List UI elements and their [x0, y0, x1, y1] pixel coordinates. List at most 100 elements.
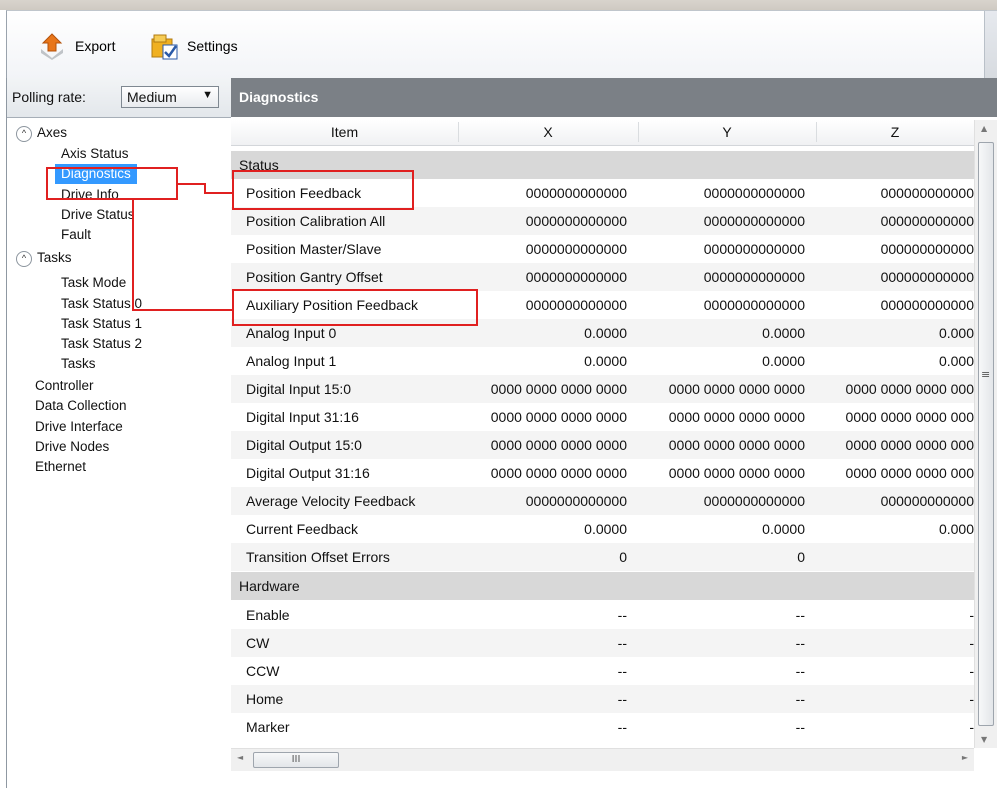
- panel-title: Diagnostics: [239, 89, 319, 105]
- row-item: Marker: [246, 719, 290, 735]
- group-label: Hardware: [239, 578, 300, 594]
- table-row[interactable]: Digital Input 15:0 0000 0000 0000 0000 0…: [231, 375, 974, 403]
- row-item: Digital Input 15:0: [246, 381, 352, 397]
- toolbar: Export Settings: [6, 10, 997, 79]
- annotation-connector: [178, 183, 206, 185]
- row-x-value: 0000000000000: [525, 297, 627, 313]
- table-row[interactable]: Position Calibration All 0000000000000 0…: [231, 207, 974, 235]
- chevron-down-icon: ▼: [202, 89, 213, 101]
- annotation-box-diagnostics: [46, 167, 178, 200]
- row-item: Digital Output 31:16: [246, 465, 370, 481]
- tree-item-drive-status[interactable]: Drive Status: [61, 205, 135, 225]
- polling-bar: Polling rate: Medium ▼: [7, 78, 231, 118]
- row-item: Current Feedback: [246, 521, 359, 537]
- scroll-down-icon[interactable]: ▼: [981, 735, 987, 744]
- row-z-value: 0.000: [938, 521, 974, 537]
- vertical-scrollbar[interactable]: ▲ ≡ ▼: [974, 120, 997, 748]
- row-x-value: 0.0000: [584, 325, 627, 341]
- tree-item-controller[interactable]: Controller: [35, 376, 94, 396]
- scroll-right-icon[interactable]: ►: [962, 753, 968, 762]
- settings-button[interactable]: Settings: [149, 31, 238, 61]
- row-x-value: --: [617, 663, 627, 679]
- column-header-item[interactable]: Item: [231, 124, 458, 140]
- tree-item-task-status-2[interactable]: Task Status 2: [61, 334, 142, 354]
- row-item: Enable: [246, 607, 290, 623]
- table-row[interactable]: Marker -- -- -: [231, 713, 974, 741]
- table-row[interactable]: Digital Output 31:16 0000 0000 0000 0000…: [231, 459, 974, 487]
- polling-rate-value: Medium: [127, 89, 177, 105]
- table-row[interactable]: Digital Input 31:16 0000 0000 0000 0000 …: [231, 403, 974, 431]
- annotation-connector: [204, 192, 232, 194]
- row-x-value: 0000000000000: [525, 241, 627, 257]
- table-row[interactable]: Digital Output 15:0 0000 0000 0000 0000 …: [231, 431, 974, 459]
- row-item: Digital Input 31:16: [246, 409, 359, 425]
- tree-item-axis-status[interactable]: Axis Status: [61, 144, 129, 164]
- diagnostics-grid: Item X Y Z Status Position Feedback 0000…: [231, 120, 974, 748]
- window-top-strip: [0, 0, 997, 10]
- table-row[interactable]: Average Velocity Feedback 0000000000000 …: [231, 487, 974, 515]
- row-y-value: 0000 0000 0000 0000: [668, 381, 805, 397]
- row-x-value: 0000000000000: [525, 213, 627, 229]
- table-row[interactable]: Position Gantry Offset 0000000000000 000…: [231, 263, 974, 291]
- annotation-box-auxiliary-feedback: [232, 289, 478, 326]
- row-item: Home: [246, 691, 284, 707]
- row-z-value: 000000000000: [880, 241, 974, 257]
- row-y-value: 0000000000000: [703, 185, 805, 201]
- tree-item-ethernet[interactable]: Ethernet: [35, 457, 86, 477]
- row-y-value: 0000 0000 0000 0000: [668, 409, 805, 425]
- tree-item-fault[interactable]: Fault: [61, 225, 91, 245]
- tree-group-tasks[interactable]: Tasks: [37, 248, 72, 268]
- table-row[interactable]: Home -- -- -: [231, 685, 974, 713]
- row-z-value: 0000 0000 0000 000: [845, 465, 974, 481]
- row-x-value: --: [617, 719, 627, 735]
- collapse-tasks-icon[interactable]: ^: [16, 251, 32, 267]
- scroll-left-icon[interactable]: ◄: [237, 753, 243, 762]
- table-row[interactable]: Position Master/Slave 0000000000000 0000…: [231, 235, 974, 263]
- table-row[interactable]: Enable -- -- -: [231, 601, 974, 629]
- annotation-connector: [132, 199, 134, 311]
- horizontal-scrollbar[interactable]: ◄ III ►: [231, 748, 974, 771]
- tree-group-axes[interactable]: Axes: [37, 123, 67, 143]
- annotation-box-position-feedback: [232, 170, 414, 210]
- collapse-axes-icon[interactable]: ^: [16, 126, 32, 142]
- settings-label: Settings: [187, 38, 238, 54]
- scroll-up-icon[interactable]: ▲: [981, 124, 987, 133]
- toolbar-overflow-grip[interactable]: [984, 11, 997, 79]
- table-row[interactable]: Analog Input 1 0.0000 0.0000 0.000: [231, 347, 974, 375]
- column-header-y[interactable]: Y: [638, 124, 816, 140]
- row-y-value: 0000000000000: [703, 269, 805, 285]
- column-header-x[interactable]: X: [458, 124, 638, 140]
- tree-item-tasks[interactable]: Tasks: [61, 354, 96, 374]
- table-row[interactable]: Current Feedback 0.0000 0.0000 0.000: [231, 515, 974, 543]
- row-y-value: --: [795, 607, 805, 623]
- export-button[interactable]: Export: [37, 31, 115, 61]
- row-item: Analog Input 0: [246, 325, 337, 341]
- tree-item-data-collection[interactable]: Data Collection: [35, 396, 127, 416]
- tree-item-drive-interface[interactable]: Drive Interface: [35, 417, 123, 437]
- vertical-scroll-thumb[interactable]: ≡: [978, 142, 994, 726]
- row-y-value: --: [795, 635, 805, 651]
- row-y-value: --: [795, 719, 805, 735]
- table-row[interactable]: CW -- -- -: [231, 629, 974, 657]
- row-y-value: 0.0000: [762, 353, 805, 369]
- tree-item-task-mode[interactable]: Task Mode: [61, 273, 126, 293]
- tree-item-drive-nodes[interactable]: Drive Nodes: [35, 437, 109, 457]
- horizontal-scroll-thumb[interactable]: III: [253, 752, 339, 768]
- tree-item-task-status-1[interactable]: Task Status 1: [61, 314, 142, 334]
- row-z-value: 000000000000: [880, 269, 974, 285]
- column-header-z[interactable]: Z: [816, 124, 974, 140]
- row-y-value: 0000 0000 0000 0000: [668, 465, 805, 481]
- row-x-value: --: [617, 635, 627, 651]
- table-row[interactable]: Transition Offset Errors 0 0: [231, 543, 974, 571]
- row-item: Position Gantry Offset: [246, 269, 383, 285]
- row-z-value: 0000 0000 0000 000: [845, 381, 974, 397]
- row-x-value: 0000000000000: [525, 269, 627, 285]
- tree-item-task-status-0[interactable]: Task Status 0: [61, 294, 142, 314]
- row-x-value: 0.0000: [584, 521, 627, 537]
- polling-rate-select[interactable]: Medium ▼: [121, 86, 219, 108]
- table-row[interactable]: CCW -- -- -: [231, 657, 974, 685]
- group-row-hardware[interactable]: Hardware: [231, 572, 974, 600]
- row-x-value: 0000 0000 0000 0000: [490, 381, 627, 397]
- row-x-value: 0.0000: [584, 353, 627, 369]
- row-y-value: 0.0000: [762, 521, 805, 537]
